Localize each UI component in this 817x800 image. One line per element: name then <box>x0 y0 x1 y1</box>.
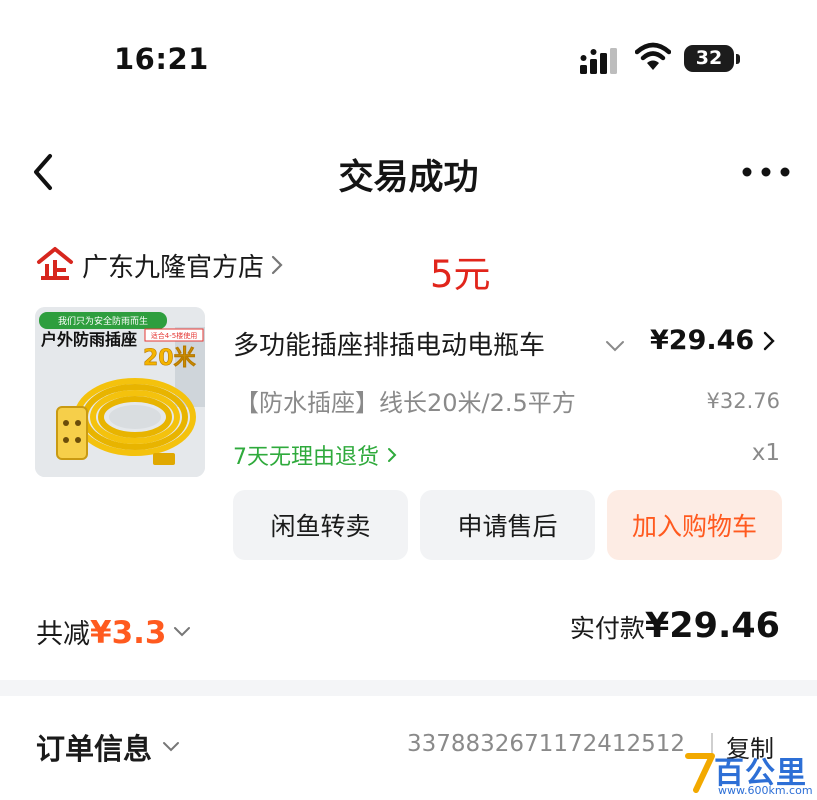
product-title[interactable]: 多功能插座排插电动电瓶车 <box>233 325 591 365</box>
wifi-icon <box>635 42 671 70</box>
chevron-right-icon <box>271 255 283 275</box>
image-title-text: 户外防雨插座 <box>41 330 137 349</box>
paid-amount: 29.46 <box>669 606 780 646</box>
nav-bar: 交易成功 <box>0 135 817 215</box>
image-length-text: 20米 <box>143 346 197 371</box>
order-info-toggle[interactable]: 订单信息 <box>36 726 180 768</box>
image-badge-text: 我们只为安全防雨而生 <box>58 315 148 327</box>
store-name: 广东九隆官方店 <box>82 252 265 283</box>
return-policy-text: 7天无理由退货 <box>233 445 379 470</box>
watermark-mark-icon <box>685 753 715 793</box>
original-price: ¥32.76 <box>706 389 780 413</box>
paid-label: 实付款 <box>569 614 645 643</box>
add-to-cart-button[interactable]: 加入购物车 <box>607 490 782 560</box>
more-options-icon[interactable] <box>738 157 794 187</box>
resell-button[interactable]: 闲鱼转卖 <box>233 490 408 560</box>
discount-amount: 3.3 <box>111 615 167 651</box>
price-link[interactable]: ¥29.46 <box>650 325 775 356</box>
chevron-right-icon <box>764 331 775 350</box>
section-divider <box>0 680 817 696</box>
status-bar: 16:21 32 <box>0 0 817 120</box>
discount-summary[interactable]: 共减 ¥ 3.3 <box>36 612 191 651</box>
discount-currency: ¥ <box>90 615 112 651</box>
watermark-url: www.600km.com <box>718 784 813 797</box>
enterprise-store-icon <box>37 247 73 280</box>
battery-icon: 32 <box>684 45 734 72</box>
after-sale-button[interactable]: 申请售后 <box>420 490 595 560</box>
quantity: x1 <box>751 440 780 466</box>
product-sku: 【防水插座】线长20米/2.5平方 <box>235 389 576 417</box>
discount-label: 共减 <box>36 619 90 650</box>
paid-summary: 实付款 ¥ 29.46 <box>570 606 780 646</box>
paid-currency: ¥ <box>644 606 670 646</box>
product-image[interactable]: 我们只为安全防雨而生 户外防雨插座 适合4-5楼使用 20米 <box>35 307 205 477</box>
order-info-label: 订单信息 <box>36 732 153 766</box>
return-policy-link[interactable]: 7天无理由退货 <box>233 439 397 471</box>
product-price: ¥29.46 <box>650 325 755 356</box>
battery-nub <box>736 54 740 64</box>
page-title: 交易成功 <box>338 158 479 198</box>
product-image-art: 我们只为安全防雨而生 户外防雨插座 适合4-5楼使用 20米 <box>35 307 205 477</box>
annotation-price: 5元 <box>430 253 491 296</box>
order-number: 3378832671172412512 <box>407 731 686 757</box>
image-tag-text: 适合4-5楼使用 <box>151 331 197 340</box>
watermark-logo: 百公里 www.600km.com <box>684 748 817 800</box>
chevron-down-icon[interactable] <box>603 336 627 356</box>
store-link[interactable]: 广东九隆官方店 <box>36 243 284 287</box>
chevron-down-icon <box>173 626 190 636</box>
chevron-down-icon <box>163 742 180 752</box>
status-time: 16:21 <box>114 42 209 76</box>
chevron-right-icon <box>388 448 397 462</box>
cellular-signal-icon <box>580 48 617 74</box>
